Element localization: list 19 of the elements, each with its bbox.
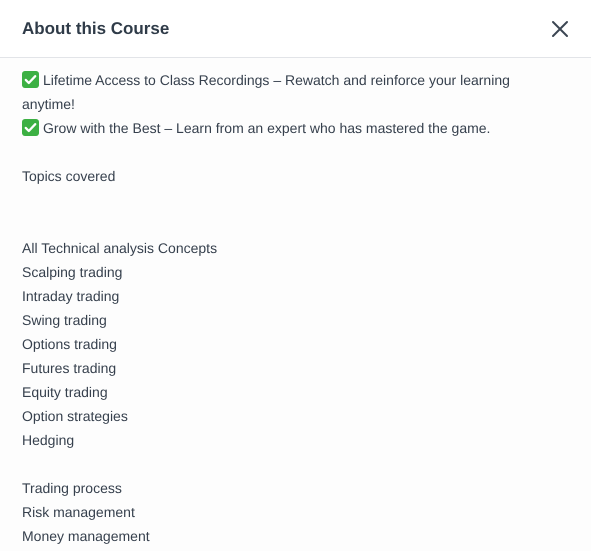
benefit-text: Grow with the Best – Learn from an expert who has mastered the game.	[22, 116, 551, 140]
close-icon	[551, 20, 569, 38]
topic-text: Trading process	[22, 479, 123, 498]
topic-text: Topics covered	[22, 167, 116, 186]
topic-text: Hedging	[22, 431, 76, 450]
topic-text: Risk management	[22, 503, 136, 522]
topic-text: Equity trading	[22, 383, 109, 402]
topic-text: Scalping trading	[22, 263, 124, 282]
benefit-text: Lifetime Access to Class Recordings – Rewatch and reinforce your learning anytime!	[22, 70, 511, 114]
topic-text: Options trading	[22, 335, 118, 354]
topic-text: Futures trading	[22, 359, 118, 378]
topic-text: Swing trading	[22, 311, 108, 330]
topic-text: Option strategies	[22, 407, 129, 426]
check-icon	[22, 119, 39, 136]
check-icon	[22, 71, 39, 88]
dialog-title: About this Course	[22, 18, 170, 38]
topic-text: Intraday trading	[22, 287, 120, 306]
topic-text: All Technical analysis Concepts	[22, 239, 218, 258]
topic-text: Money management	[22, 527, 151, 546]
